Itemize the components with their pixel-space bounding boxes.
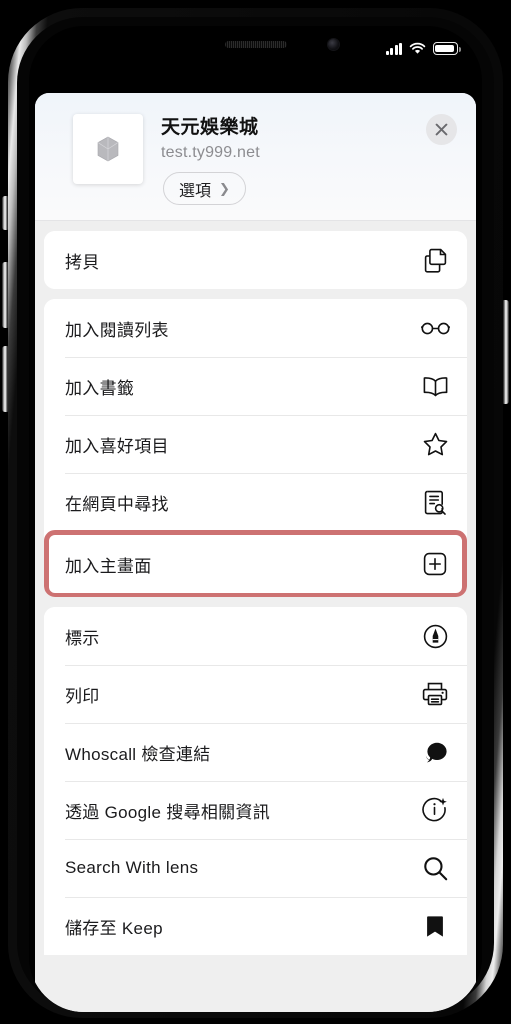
share-sheet: 天元娛樂城 test.ty999.net 選項 ❯ 拷貝 加入閱讀列表 加入書籤… [35, 93, 476, 1012]
share-row-whoscall-check-link[interactable]: Whoscall 檢查連結 [44, 723, 467, 781]
glasses-icon [420, 313, 450, 343]
row-label: Search With lens [65, 858, 199, 877]
volume-down-button[interactable] [2, 346, 8, 412]
share-row-search-with-lens[interactable]: Search With lens [44, 839, 467, 897]
row-label: 標示 [65, 628, 100, 648]
cellular-bars-icon [385, 42, 402, 55]
share-row-copy[interactable]: 拷貝 [44, 231, 467, 289]
star-icon [420, 429, 450, 459]
search-icon [420, 853, 450, 883]
mute-switch[interactable] [2, 196, 8, 230]
close-icon [435, 123, 448, 136]
share-sheet-body: 拷貝 加入閱讀列表 加入書籤 加入喜好項目 在網頁中尋找 加入主畫面 標示 列印… [35, 221, 476, 1012]
book-icon [420, 371, 450, 401]
options-button[interactable]: 選項 ❯ [163, 172, 246, 205]
status-bar [29, 26, 482, 88]
cube-favicon [73, 114, 143, 184]
share-row-find-on-page[interactable]: 在網頁中尋找 [44, 473, 467, 531]
row-label: 加入喜好項目 [65, 436, 169, 456]
find-in-page-icon [420, 487, 450, 517]
printer-icon [420, 679, 450, 709]
options-button-label: 選項 [179, 182, 212, 200]
site-title: 天元娛樂城 [161, 117, 259, 138]
share-row-add-to-favourites[interactable]: 加入喜好項目 [44, 415, 467, 473]
share-row-markup[interactable]: 標示 [44, 607, 467, 665]
screenshot-stage: 天元娛樂城 test.ty999.net 選項 ❯ 拷貝 加入閱讀列表 加入書籤… [0, 0, 511, 1024]
earpiece-speaker [224, 41, 287, 48]
close-button[interactable] [426, 114, 457, 145]
row-label: 加入主畫面 [65, 556, 152, 576]
share-row-save-to-keep[interactable]: 儲存至 Keep [44, 897, 467, 955]
plus-square-icon [420, 549, 450, 579]
row-label: Whoscall 檢查連結 [65, 744, 211, 764]
bookmark-filled-icon [420, 911, 450, 941]
status-bar-indicators [385, 42, 461, 55]
action-group-copy: 拷貝 [44, 231, 467, 289]
action-group-actions: 標示 列印 Whoscall 檢查連結 透過 Google 搜尋相關資訊 Sea… [44, 607, 467, 955]
about-this-image-icon [420, 795, 450, 825]
row-label: 列印 [65, 686, 100, 706]
volume-up-button[interactable] [2, 262, 8, 328]
share-row-add-to-reading-list[interactable]: 加入閱讀列表 [44, 299, 467, 357]
action-group-bookmarks: 加入閱讀列表 加入書籤 加入喜好項目 在網頁中尋找 加入主畫面 [44, 299, 467, 597]
site-url: test.ty999.net [161, 144, 260, 161]
power-button[interactable] [503, 300, 509, 404]
share-row-search-with-google[interactable]: 透過 Google 搜尋相關資訊 [44, 781, 467, 839]
copy-icon [420, 245, 450, 275]
speech-bubble-icon [420, 737, 450, 767]
notch [167, 26, 344, 55]
front-camera [328, 39, 339, 50]
row-label: 加入閱讀列表 [65, 320, 169, 340]
row-label: 透過 Google 搜尋相關資訊 [65, 802, 271, 822]
site-info: 天元娛樂城 test.ty999.net [161, 115, 260, 165]
share-row-add-bookmark[interactable]: 加入書籤 [44, 357, 467, 415]
battery-icon [433, 42, 461, 55]
markup-pen-icon [420, 621, 450, 651]
phone-screen: 天元娛樂城 test.ty999.net 選項 ❯ 拷貝 加入閱讀列表 加入書籤… [29, 26, 482, 1012]
row-label: 拷貝 [65, 252, 100, 272]
share-row-print[interactable]: 列印 [44, 665, 467, 723]
row-label: 加入書籤 [65, 378, 135, 398]
chevron-right-icon: ❯ [219, 181, 230, 196]
row-label: 在網頁中尋找 [65, 494, 169, 514]
share-row-add-to-home-screen[interactable]: 加入主畫面 [44, 530, 467, 597]
share-sheet-header: 天元娛樂城 test.ty999.net 選項 ❯ [35, 93, 476, 221]
row-label: 儲存至 Keep [65, 918, 163, 938]
wifi-icon [409, 42, 426, 54]
